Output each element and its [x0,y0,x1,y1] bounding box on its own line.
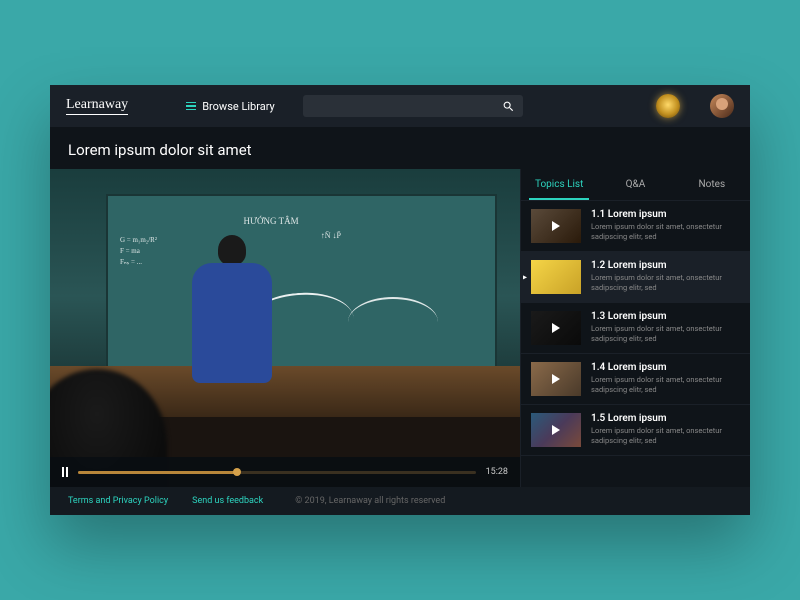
user-avatar[interactable] [710,94,734,118]
topic-thumbnail [531,209,581,243]
topic-item[interactable]: 1.5 Lorem ipsum Lorem ipsum dolor sit am… [521,405,750,456]
hint-bulb-button[interactable] [656,94,680,118]
app-window: Learnaway Browse Library Lorem ipsum dol… [50,85,750,515]
footer: Terms and Privacy Policy Send us feedbac… [50,487,750,515]
video-controls: 15:28 [50,457,520,487]
tab-qa[interactable]: Q&A [597,169,673,200]
topic-title: 1.1 Lorem ipsum [591,209,740,220]
pause-button[interactable] [62,467,68,477]
header: Learnaway Browse Library [50,85,750,127]
topic-desc: Lorem ipsum dolor sit amet, onsectetur s… [591,324,740,344]
play-icon [552,323,560,333]
topic-desc: Lorem ipsum dolor sit amet, onsectetur s… [591,273,740,293]
video-frame: HƯỚNG TÂM ↑N̄ ↓P̄ G = m₁m₂/R²F = maFₙₛ =… [50,169,520,487]
topic-item[interactable]: 1.1 Lorem ipsum Lorem ipsum dolor sit am… [521,201,750,252]
topic-title: 1.2 Lorem ipsum [591,260,740,271]
search-icon [502,100,515,113]
search-input[interactable] [303,95,523,117]
topic-thumbnail [531,362,581,396]
progress-bar[interactable] [78,471,476,474]
topic-thumbnail [531,413,581,447]
play-icon [552,221,560,231]
topic-item[interactable]: 1.2 Lorem ipsum Lorem ipsum dolor sit am… [521,252,750,303]
menu-icon [186,102,196,111]
topic-title: 1.4 Lorem ipsum [591,362,740,373]
progress-knob[interactable] [233,468,241,476]
video-time: 15:28 [486,467,508,477]
topic-title: 1.5 Lorem ipsum [591,413,740,424]
topic-desc: Lorem ipsum dolor sit amet, onsectetur s… [591,375,740,395]
terms-link[interactable]: Terms and Privacy Policy [68,496,168,506]
topic-thumbnail [531,311,581,345]
topics-list[interactable]: 1.1 Lorem ipsum Lorem ipsum dolor sit am… [521,201,750,487]
sidebar: Topics List Q&A Notes 1.1 Lorem ipsum Lo… [520,169,750,487]
play-icon [552,374,560,384]
play-icon [552,425,560,435]
logo[interactable]: Learnaway [66,97,128,115]
copyright: © 2019, Learnaway all rights reserved [295,496,445,506]
video-player[interactable]: HƯỚNG TÂM ↑N̄ ↓P̄ G = m₁m₂/R²F = maFₙₛ =… [50,169,520,487]
browse-library-button[interactable]: Browse Library [186,100,275,113]
topic-title: 1.3 Lorem ipsum [591,311,740,322]
chalk-text: G = m₁m₂/R²F = maFₙₛ = ... [120,235,157,269]
topic-item[interactable]: 1.4 Lorem ipsum Lorem ipsum dolor sit am… [521,354,750,405]
topic-desc: Lorem ipsum dolor sit amet, onsectetur s… [591,222,740,242]
topic-item[interactable]: 1.3 Lorem ipsum Lorem ipsum dolor sit am… [521,303,750,354]
content: HƯỚNG TÂM ↑N̄ ↓P̄ G = m₁m₂/R²F = maFₙₛ =… [50,169,750,487]
chalk-text: ↑N̄ ↓P̄ [321,231,341,240]
chalk-text: HƯỚNG TÂM [244,216,299,226]
topic-thumbnail [531,260,581,294]
tab-notes[interactable]: Notes [674,169,750,200]
topic-desc: Lorem ipsum dolor sit amet, onsectetur s… [591,426,740,446]
browse-label: Browse Library [202,100,275,113]
tab-topics-list[interactable]: Topics List [521,169,597,200]
chalkboard: HƯỚNG TÂM ↑N̄ ↓P̄ G = m₁m₂/R²F = maFₙₛ =… [106,194,496,391]
page-title: Lorem ipsum dolor sit amet [50,127,750,169]
teacher-figure [182,233,282,413]
feedback-link[interactable]: Send us feedback [192,496,263,506]
sidebar-tabs: Topics List Q&A Notes [521,169,750,201]
